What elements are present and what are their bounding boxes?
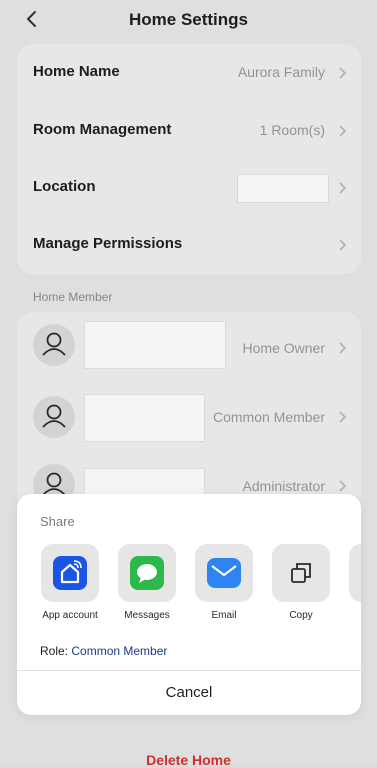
role-value-link[interactable]: Common Member (71, 644, 167, 658)
share-copy-button[interactable] (272, 544, 330, 602)
share-more-tile-partial[interactable] (349, 544, 361, 602)
share-sheet-title: Share (40, 514, 75, 529)
email-label: Email (211, 610, 237, 621)
role-line: Role: Common Member (40, 644, 167, 658)
message-bubble-icon (130, 556, 164, 590)
messages-label: Messages (124, 610, 170, 621)
role-prefix: Role: (40, 644, 69, 658)
copy-icon (284, 556, 318, 590)
home-wifi-icon (53, 556, 87, 590)
share-messages-button[interactable] (118, 544, 176, 602)
share-sheet: Share App account Messages Email Copy Ro… (17, 494, 361, 715)
copy-label: Copy (289, 610, 313, 621)
share-app-account-button[interactable] (41, 544, 99, 602)
share-email-button[interactable] (195, 544, 253, 602)
envelope-icon (207, 558, 241, 588)
app-account-label: App account (42, 610, 98, 621)
cancel-button[interactable]: Cancel (17, 671, 361, 715)
